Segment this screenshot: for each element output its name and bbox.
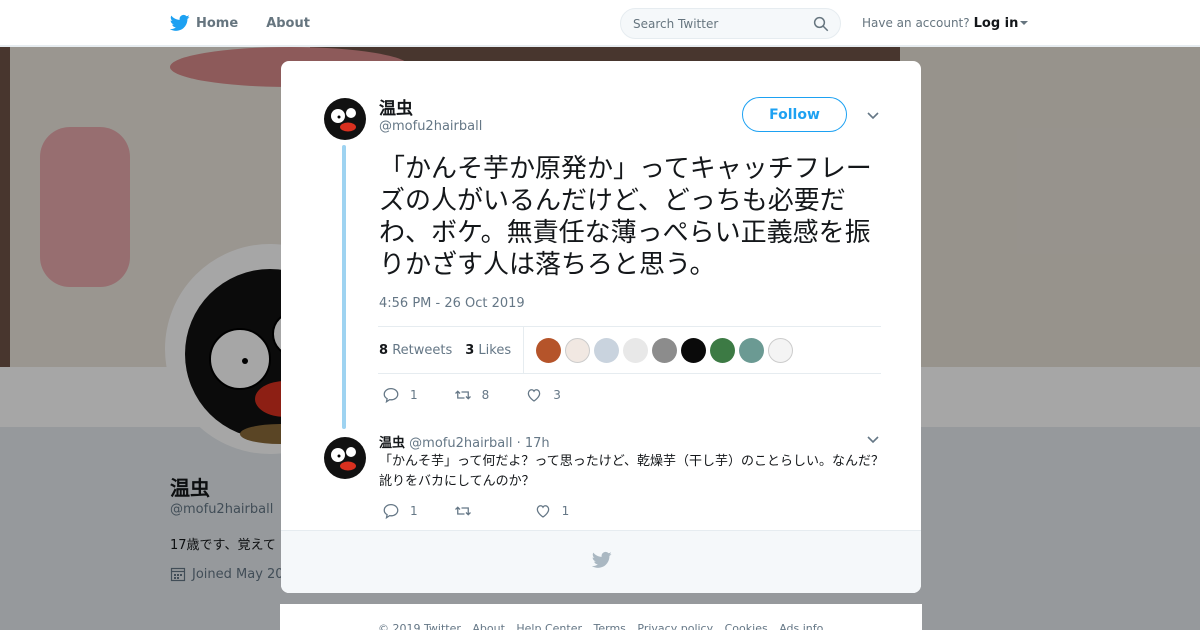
retweets-count: 8: [379, 342, 389, 358]
hairball-face-icon: [324, 437, 366, 479]
footer-link-terms[interactable]: Terms: [594, 622, 626, 630]
tweet-stats: 8 Retweets 3 Likes: [378, 326, 881, 374]
like-count: 3: [553, 388, 561, 402]
retweets-label: Retweets: [392, 342, 453, 358]
footer-link-about[interactable]: About: [472, 622, 505, 630]
reply-author-handle[interactable]: @mofu2hairball: [409, 436, 512, 451]
twitter-bird-icon: [592, 551, 612, 568]
tweet-actions: 1 8 3: [382, 386, 597, 404]
nav-home-label: Home: [196, 15, 239, 31]
footer-link-privacy[interactable]: Privacy policy: [637, 622, 713, 630]
heart-icon: [536, 505, 549, 518]
footer-link-copyright[interactable]: © 2019 Twitter: [378, 622, 461, 630]
close-icon[interactable]: [1154, 12, 1178, 36]
liker-avatar[interactable]: [681, 337, 707, 363]
tweet-timestamp[interactable]: 4:56 PM - 26 Oct 2019: [379, 296, 525, 311]
reply-button[interactable]: 1: [382, 386, 418, 404]
account-area: Have an account? Log in: [862, 0, 1029, 46]
search-icon[interactable]: [812, 15, 830, 33]
footer-link-help-center[interactable]: Help Center: [516, 622, 582, 630]
likes-label: Likes: [478, 342, 512, 358]
liker-avatars: [536, 337, 794, 363]
thread-line: [342, 145, 346, 429]
like-button[interactable]: 1: [534, 502, 570, 520]
caret-down-icon[interactable]: [1020, 21, 1029, 25]
heart-icon: [528, 389, 541, 402]
likes-stat[interactable]: 3 Likes: [465, 343, 511, 358]
follow-button[interactable]: Follow: [742, 97, 847, 132]
reply-count: 1: [410, 504, 418, 518]
liker-avatar[interactable]: [739, 337, 765, 363]
nav-left: Home About: [170, 0, 338, 46]
reply-time[interactable]: · 17h: [517, 436, 550, 451]
retweet-icon: [454, 390, 471, 400]
nav-about-link[interactable]: About: [266, 16, 310, 31]
footer-link-cookies[interactable]: Cookies: [725, 622, 768, 630]
reply-count: 1: [410, 388, 418, 402]
tweet-modal: 温虫 @mofu2hairball Follow 「かんそ芋か原発か」ってキャッ…: [281, 61, 921, 593]
search-box[interactable]: [620, 8, 841, 39]
twitter-bird-icon: [170, 14, 190, 31]
reply-author-name[interactable]: 温虫: [379, 436, 405, 451]
liker-avatar[interactable]: [623, 337, 649, 363]
liker-avatar[interactable]: [565, 337, 591, 363]
retweet-button[interactable]: 8: [454, 386, 490, 404]
reply-button[interactable]: 1: [382, 502, 418, 520]
reply-text: 「かんそ芋」って何だよ？って思ったけど、乾燥芋（干し芋）のことらしい。なんだ？訛…: [379, 454, 885, 489]
retweet-count: 8: [481, 388, 490, 402]
nav-home-link[interactable]: Home: [170, 13, 238, 33]
footer-link-ads-info[interactable]: Ads info: [779, 622, 823, 630]
reply-author-avatar[interactable]: [321, 433, 369, 481]
retweets-stat[interactable]: 8 Retweets: [379, 343, 452, 358]
like-count: 1: [561, 504, 570, 518]
like-button[interactable]: 3: [525, 386, 561, 404]
reply-icon: [383, 503, 399, 520]
chevron-down-icon[interactable]: [866, 433, 880, 447]
stats-divider: [523, 326, 525, 374]
liker-avatar[interactable]: [768, 337, 794, 363]
chevron-down-icon[interactable]: [866, 109, 880, 123]
tweet-author-handle[interactable]: @mofu2hairball: [379, 119, 482, 134]
top-navigation-bar: Home About Have an account? Log in: [0, 0, 1200, 46]
tweet-text: 「かんそ芋か原発か」ってキャッチフレーズの人がいるんだけど、どっちも必要だわ、ボ…: [379, 154, 872, 280]
retweet-button[interactable]: [454, 502, 482, 520]
search-input[interactable]: [621, 9, 801, 38]
reply-icon: [383, 387, 399, 404]
login-link[interactable]: Log in: [974, 16, 1019, 31]
liker-avatar[interactable]: [594, 337, 620, 363]
liker-avatar[interactable]: [710, 337, 736, 363]
tweet-author-avatar[interactable]: [321, 94, 369, 142]
liker-avatar[interactable]: [536, 337, 562, 363]
retweet-icon: [454, 506, 471, 516]
reply-actions: 1 1: [382, 502, 605, 520]
page-footer: © 2019 Twitter About Help Center Terms P…: [280, 604, 922, 630]
reply-header: 温虫 @mofu2hairball · 17h: [379, 432, 550, 451]
tweet-author-name[interactable]: 温虫: [379, 94, 413, 119]
account-prompt: Have an account?: [862, 16, 970, 30]
modal-footer: [281, 530, 921, 593]
liker-avatar[interactable]: [652, 337, 678, 363]
hairball-face-icon: [324, 98, 366, 140]
likes-count: 3: [465, 342, 475, 358]
